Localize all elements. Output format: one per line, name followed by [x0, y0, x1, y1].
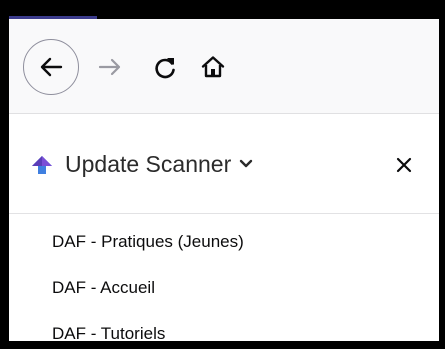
home-button[interactable]: [193, 47, 233, 87]
list-item[interactable]: DAF - Pratiques (Jeunes): [52, 231, 244, 253]
chevron-down-icon: [240, 159, 253, 168]
update-scanner-logo-icon: [32, 156, 52, 174]
forward-button[interactable]: [91, 47, 131, 87]
browser-window: Update Scanner DAF - Pratiques (Jeunes) …: [9, 19, 439, 341]
navigation-toolbar: [9, 19, 439, 114]
panel-title-dropdown[interactable]: Update Scanner: [65, 149, 253, 179]
panel-header: Update Scanner: [9, 114, 439, 214]
home-icon: [201, 56, 225, 78]
close-icon: [396, 157, 412, 173]
list-item[interactable]: DAF - Tutoriels: [52, 323, 165, 341]
back-button[interactable]: [23, 39, 79, 95]
close-panel-button[interactable]: [389, 150, 419, 180]
panel-title: Update Scanner: [65, 151, 232, 177]
back-arrow-icon: [40, 57, 63, 77]
reload-button[interactable]: [145, 48, 185, 88]
forward-arrow-icon: [98, 58, 121, 76]
reload-icon: [155, 58, 175, 79]
list-item[interactable]: DAF - Accueil: [52, 277, 155, 299]
